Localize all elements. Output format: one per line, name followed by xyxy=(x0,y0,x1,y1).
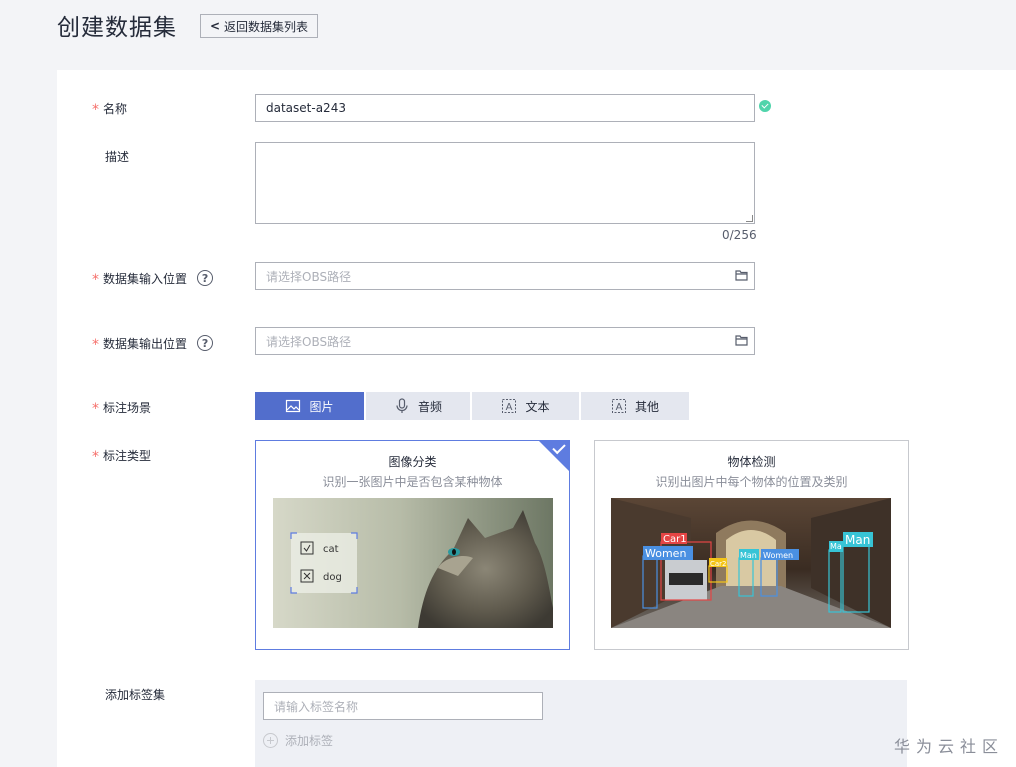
svg-text:A: A xyxy=(506,402,513,413)
description-textarea[interactable] xyxy=(255,142,755,224)
name-label-text: 名称 xyxy=(103,101,128,116)
help-icon[interactable]: ? xyxy=(197,270,214,286)
plus-circle-icon xyxy=(263,733,278,748)
box-label-car1: Car1 xyxy=(663,534,687,545)
scene-tabs: 图片 音频 A 文本 A 其他 xyxy=(255,392,689,420)
required-mark: * xyxy=(92,401,99,417)
box-label-car2: Car2 xyxy=(710,560,727,568)
name-label: * 名称 xyxy=(92,98,128,119)
box-label-man-2: Man xyxy=(845,533,870,547)
tagset-panel: 请输入标签名称 添加标签 xyxy=(255,680,907,767)
watermark: 华为云社区 xyxy=(893,737,1004,756)
input-location-placeholder: 请选择OBS路径 xyxy=(266,269,352,284)
box-label-ma: Ma xyxy=(830,542,842,551)
card-title: 物体检测 xyxy=(727,455,776,469)
image-icon xyxy=(286,399,301,413)
output-location-field[interactable]: 请选择OBS路径 xyxy=(255,327,755,355)
card-title: 图像分类 xyxy=(388,455,437,469)
microphone-icon xyxy=(396,398,408,413)
tab-image[interactable]: 图片 xyxy=(255,392,364,420)
tab-text-label: 文本 xyxy=(525,399,550,414)
option-cat: cat xyxy=(323,544,339,555)
option-dog: dog xyxy=(323,572,342,583)
svg-text:A: A xyxy=(616,402,623,413)
scene-label: * 标注场景 xyxy=(92,397,152,418)
required-mark: * xyxy=(92,272,99,288)
description-counter: 0/256 xyxy=(722,228,757,242)
output-location-placeholder: 请选择OBS路径 xyxy=(266,334,352,349)
type-card-image-classification[interactable]: 图像分类 识别一张图片中是否包含某种物体 cat dog xyxy=(255,440,570,650)
tag-name-placeholder: 请输入标签名称 xyxy=(274,699,359,714)
chevron-left-icon: < xyxy=(209,19,221,33)
back-button-label: 返回数据集列表 xyxy=(224,19,309,34)
back-to-list-button[interactable]: < 返回数据集列表 xyxy=(200,14,318,38)
description-label: 描述 xyxy=(105,146,129,166)
add-tag-label: 添加标签 xyxy=(285,734,334,748)
tag-name-input[interactable]: 请输入标签名称 xyxy=(263,692,543,720)
required-mark: * xyxy=(92,449,99,465)
box-label-man: Man xyxy=(740,551,757,560)
street-detection-image: Car1 Women Car2 Man Women Ma Man xyxy=(611,498,891,628)
card-description: 识别出图片中每个物体的位置及类别 xyxy=(655,475,848,489)
text-icon: A xyxy=(611,399,626,413)
page-title: 创建数据集 xyxy=(57,15,177,41)
tab-text[interactable]: A 文本 xyxy=(472,392,579,420)
tagset-label-text: 添加标签集 xyxy=(105,687,166,702)
tab-other[interactable]: A 其他 xyxy=(581,392,689,420)
name-input[interactable]: dataset-a243 xyxy=(255,94,755,122)
valid-check-icon xyxy=(759,100,771,112)
help-icon[interactable]: ? xyxy=(197,335,214,351)
input-location-label-text: 数据集输入位置 xyxy=(103,271,188,286)
type-label: * 标注类型 xyxy=(92,445,152,466)
box-label-women: Women xyxy=(645,547,686,560)
tab-image-label: 图片 xyxy=(309,399,334,414)
add-tag-button[interactable]: 添加标签 xyxy=(263,732,333,749)
type-label-text: 标注类型 xyxy=(103,448,152,463)
tab-audio[interactable]: 音频 xyxy=(366,392,470,420)
input-location-field[interactable]: 请选择OBS路径 xyxy=(255,262,755,290)
tagset-label: 添加标签集 xyxy=(105,684,165,704)
folder-icon[interactable] xyxy=(735,269,748,281)
scene-label-text: 标注场景 xyxy=(103,400,152,415)
folder-icon[interactable] xyxy=(735,334,748,346)
card-description: 识别一张图片中是否包含某种物体 xyxy=(322,475,503,489)
output-location-label-text: 数据集输出位置 xyxy=(103,336,188,351)
required-mark: * xyxy=(92,337,99,353)
name-input-value: dataset-a243 xyxy=(266,101,346,115)
tab-audio-label: 音频 xyxy=(417,399,442,414)
text-icon: A xyxy=(502,399,517,413)
cat-classification-image: cat dog xyxy=(273,498,553,628)
input-location-label: * 数据集输入位置 ? xyxy=(92,268,214,288)
tab-other-label: 其他 xyxy=(634,399,659,414)
required-mark: * xyxy=(92,102,99,118)
box-label-women-2: Women xyxy=(763,551,793,560)
output-location-label: * 数据集输出位置 ? xyxy=(92,333,214,353)
description-label-text: 描述 xyxy=(105,149,130,164)
type-card-object-detection[interactable]: 物体检测 识别出图片中每个物体的位置及类别 Car1 Women Car2 Ma… xyxy=(594,440,909,650)
resize-handle-icon[interactable] xyxy=(746,215,753,222)
